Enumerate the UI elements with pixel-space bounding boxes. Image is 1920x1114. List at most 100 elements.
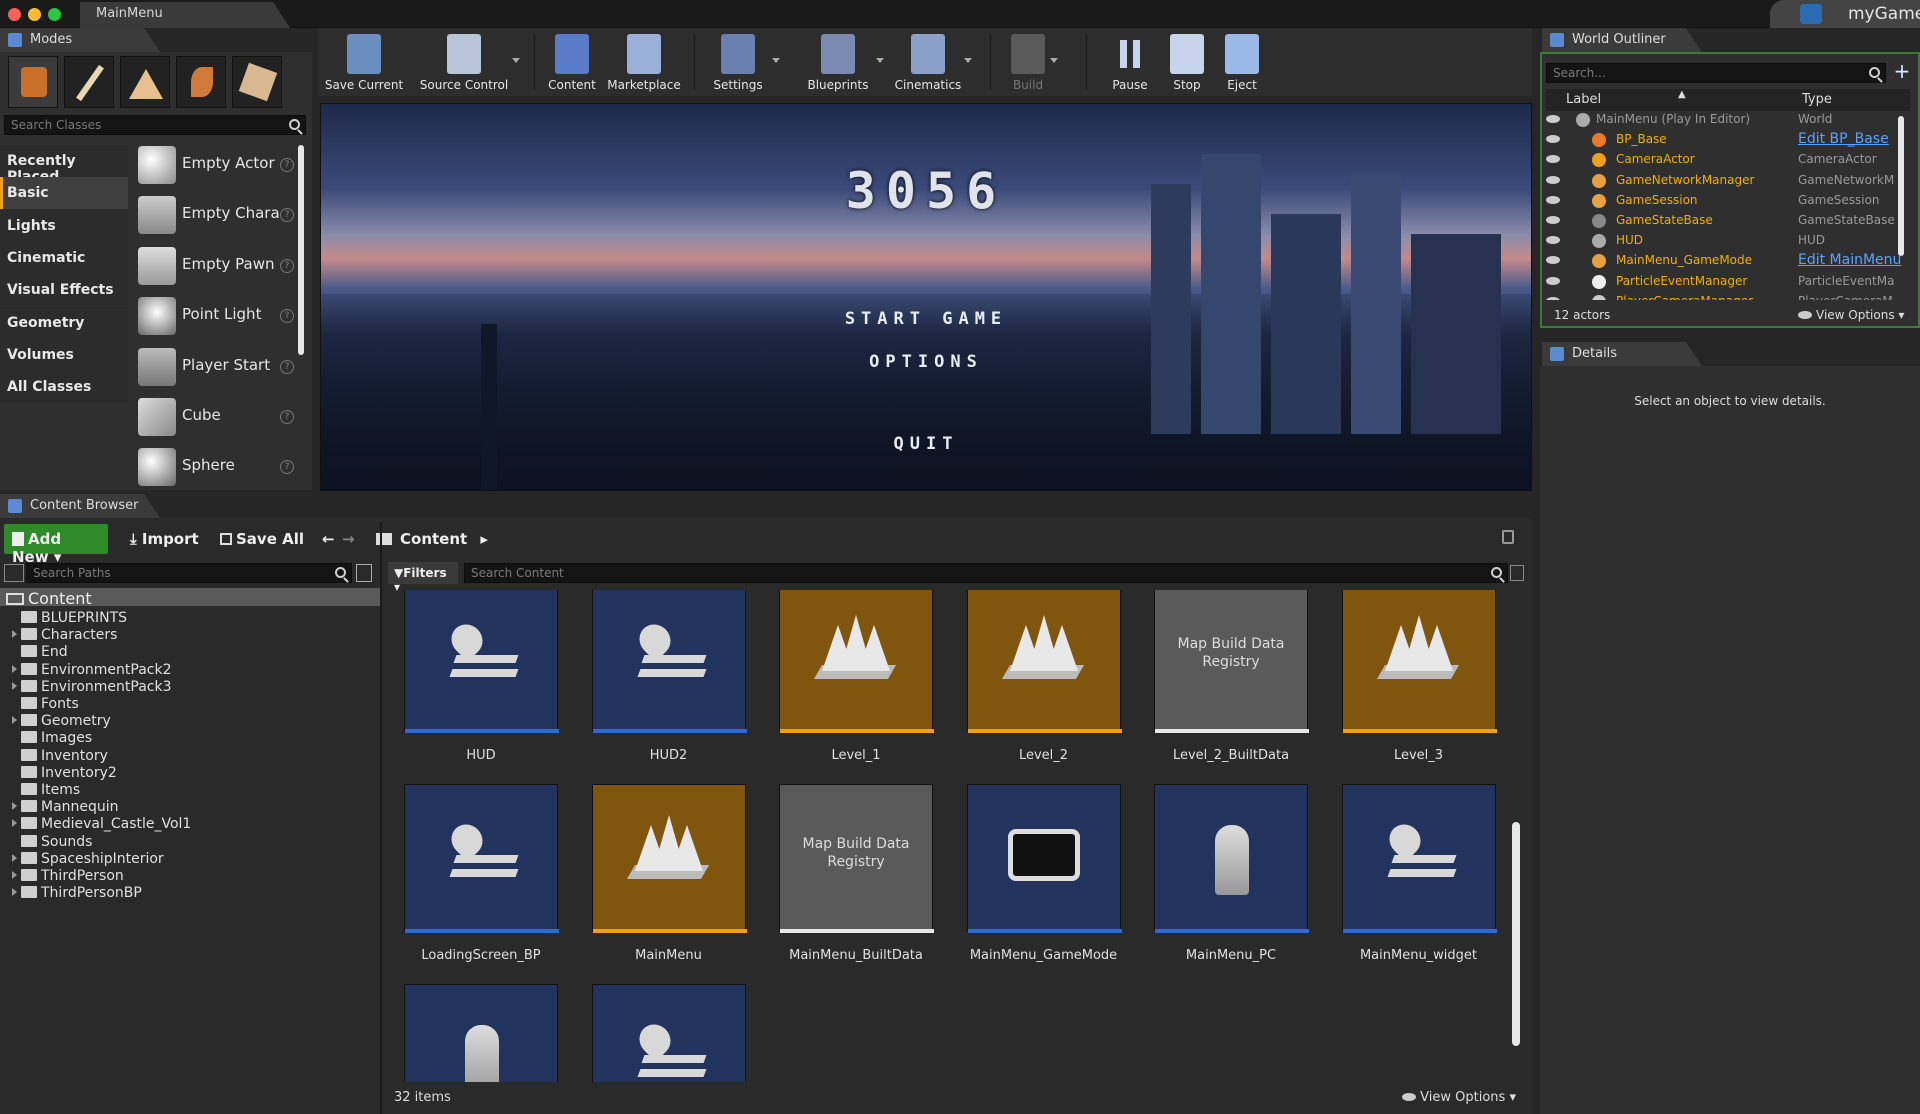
- folder-fonts[interactable]: Fonts: [12, 696, 79, 713]
- expand-arrow-icon[interactable]: [12, 853, 17, 862]
- visibility-eye-icon[interactable]: [1546, 115, 1560, 123]
- category-all-classes[interactable]: All Classes: [0, 371, 128, 404]
- sources-toggle-icon[interactable]: [4, 564, 24, 582]
- dropdown-arrow-icon[interactable]: [772, 58, 780, 63]
- game-viewport[interactable]: 3056 START GAME OPTIONS QUIT: [320, 103, 1532, 491]
- help-icon[interactable]: ?: [280, 410, 294, 424]
- visibility-eye-icon[interactable]: [1546, 135, 1560, 144]
- folder-end[interactable]: End: [12, 644, 68, 661]
- expand-arrow-icon[interactable]: [12, 888, 17, 897]
- blueprints-button[interactable]: Blueprints: [796, 30, 884, 94]
- path-breadcrumb[interactable]: Content ▸: [368, 524, 496, 554]
- dropdown-arrow-icon[interactable]: [1050, 58, 1058, 63]
- col-type[interactable]: Type: [1802, 92, 1832, 107]
- filters-button[interactable]: ▼Filters ▾: [388, 562, 458, 594]
- outliner-row[interactable]: BP_Base Edit BP_Base: [1546, 130, 1912, 150]
- level-tab[interactable]: MainMenu: [80, 2, 290, 28]
- category-cinematic[interactable]: Cinematic: [0, 241, 128, 274]
- content-view-options[interactable]: View Options ▾: [1402, 1090, 1516, 1105]
- dropdown-arrow-icon[interactable]: [512, 58, 520, 63]
- save-all-button[interactable]: Save All: [212, 524, 312, 554]
- visibility-eye-icon[interactable]: [1546, 296, 1560, 300]
- landscape-mode-button[interactable]: [120, 56, 170, 108]
- dropdown-arrow-icon[interactable]: [876, 58, 884, 63]
- dropdown-arrow-icon[interactable]: [964, 58, 972, 63]
- build-button[interactable]: Build: [1002, 30, 1058, 94]
- path-view-options-icon[interactable]: [356, 564, 372, 582]
- outliner-row[interactable]: PlayerCameraManager PlayerCameraM: [1546, 292, 1912, 300]
- tab-details[interactable]: Details: [1542, 342, 1702, 366]
- outliner-row[interactable]: GameNetworkManager GameNetworkM: [1546, 171, 1912, 191]
- folder-environmentpack3[interactable]: EnvironmentPack3: [12, 679, 172, 696]
- modes-scrollbar[interactable]: [298, 145, 304, 355]
- folder-sounds[interactable]: Sounds: [12, 834, 92, 851]
- category-recently-placed[interactable]: Recently Placed: [0, 145, 128, 185]
- place-item-empty-actor[interactable]: Empty Actor?: [136, 142, 294, 190]
- expand-arrow-icon[interactable]: [12, 819, 17, 828]
- folder-inventory2[interactable]: Inventory2: [12, 765, 117, 782]
- place-item-player-start[interactable]: Player Start?: [136, 344, 294, 392]
- outliner-row[interactable]: MainMenu (Play In Editor) World: [1546, 110, 1912, 130]
- search-paths-input[interactable]: Search Paths: [26, 563, 352, 583]
- expand-arrow-icon[interactable]: [12, 664, 17, 673]
- save-current-button[interactable]: Save Current: [322, 30, 406, 94]
- tab-modes[interactable]: Modes: [0, 28, 160, 52]
- category-basic[interactable]: Basic: [0, 177, 128, 210]
- geometry-mode-button[interactable]: [232, 56, 282, 108]
- tab-world-outliner[interactable]: World Outliner: [1542, 28, 1702, 52]
- folder-images[interactable]: Images: [12, 730, 92, 747]
- minimize-window-button[interactable]: [28, 8, 41, 21]
- outliner-row[interactable]: ParticleEventManager ParticleEventMa: [1546, 272, 1912, 292]
- folder-mannequin[interactable]: Mannequin: [12, 799, 119, 816]
- place-item-cube[interactable]: Cube?: [136, 394, 294, 442]
- folder-geometry[interactable]: Geometry: [12, 713, 111, 730]
- start-game-button[interactable]: START GAME: [321, 309, 1531, 329]
- lock-icon[interactable]: [1502, 530, 1514, 544]
- asset-scrollbar[interactable]: [1512, 822, 1520, 1046]
- visibility-eye-icon[interactable]: [1546, 236, 1560, 245]
- add-filter-icon[interactable]: +: [1892, 61, 1912, 82]
- visibility-eye-icon[interactable]: [1546, 175, 1560, 184]
- place-item-empty-pawn[interactable]: Empty Pawn?: [136, 243, 294, 291]
- place-item-point-light[interactable]: Point Light?: [136, 293, 294, 341]
- tree-root-row[interactable]: Content: [0, 588, 380, 608]
- eject-button[interactable]: Eject: [1216, 30, 1268, 94]
- source-control-button[interactable]: Source Control: [412, 30, 520, 94]
- cinematics-button[interactable]: Cinematics: [888, 30, 972, 94]
- add-new-button[interactable]: Add New ▾: [4, 524, 108, 566]
- expand-arrow-icon[interactable]: [12, 871, 17, 879]
- outliner-row[interactable]: MainMenu_GameMode Edit MainMenu: [1546, 251, 1912, 271]
- folder-environmentpack2[interactable]: EnvironmentPack2: [12, 662, 172, 679]
- col-label[interactable]: Label: [1566, 92, 1601, 107]
- save-search-icon[interactable]: [1510, 565, 1524, 581]
- expand-arrow-icon[interactable]: [12, 630, 17, 639]
- folder-thirdpersonbp[interactable]: ThirdPersonBP: [12, 885, 142, 902]
- visibility-eye-icon[interactable]: [1546, 276, 1560, 285]
- tab-content-browser[interactable]: Content Browser: [0, 494, 160, 518]
- visibility-eye-icon[interactable]: [1546, 155, 1560, 164]
- help-icon[interactable]: ?: [280, 309, 294, 324]
- outliner-view-options[interactable]: View Options ▾: [1798, 308, 1904, 322]
- outliner-scrollbar[interactable]: [1898, 116, 1904, 256]
- edit-blueprint-link[interactable]: Edit MainMenu: [1798, 252, 1908, 268]
- quit-button[interactable]: QUIT: [321, 434, 1531, 454]
- visibility-eye-icon[interactable]: [1546, 256, 1560, 265]
- help-icon[interactable]: ?: [280, 359, 294, 374]
- folder-blueprints[interactable]: BLUEPRINTS: [12, 610, 127, 627]
- forward-button[interactable]: →: [334, 524, 363, 554]
- outliner-row[interactable]: CameraActor CameraActor: [1546, 150, 1912, 170]
- help-icon[interactable]: ?: [280, 258, 294, 273]
- visibility-eye-icon[interactable]: [1546, 216, 1560, 224]
- help-icon[interactable]: ?: [280, 208, 294, 223]
- stop-button[interactable]: Stop: [1162, 30, 1212, 94]
- place-mode-button[interactable]: [8, 56, 58, 108]
- place-item-sphere[interactable]: Sphere?: [136, 444, 294, 492]
- paint-mode-button[interactable]: [64, 56, 114, 108]
- category-geometry[interactable]: Geometry: [0, 306, 128, 339]
- search-content-input[interactable]: Search Content: [464, 563, 1508, 583]
- folder-items[interactable]: Items: [12, 782, 80, 799]
- expand-arrow-icon[interactable]: [12, 802, 17, 811]
- expand-arrow-icon[interactable]: [12, 716, 17, 725]
- category-volumes[interactable]: Volumes: [0, 338, 128, 371]
- import-button[interactable]: ⤓ Import: [122, 524, 207, 554]
